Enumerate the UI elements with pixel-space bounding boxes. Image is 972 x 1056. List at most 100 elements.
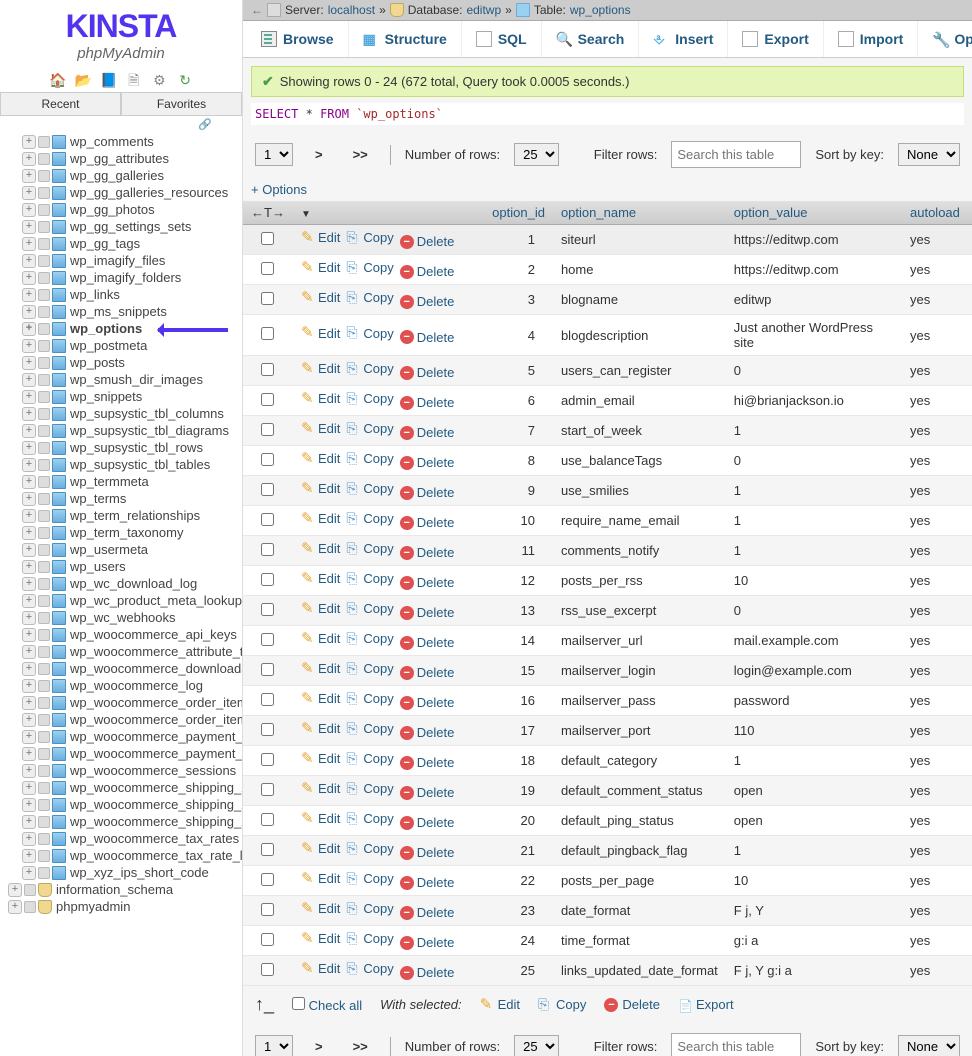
tab-browse[interactable]: Browse: [247, 21, 349, 57]
edit-link[interactable]: Edit: [301, 260, 340, 275]
row-checkbox[interactable]: [261, 903, 274, 916]
delete-link[interactable]: Delete: [400, 605, 455, 620]
expand-icon[interactable]: +: [22, 203, 36, 217]
tree-table-wp_postmeta[interactable]: +wp_postmeta: [4, 337, 238, 354]
tree-table-wp_woocommerce_payment_tokenmeta[interactable]: +wp_woocommerce_payment_tokenmeta: [4, 728, 238, 745]
copy-link[interactable]: Copy: [346, 631, 393, 646]
tree-table-wp_termmeta[interactable]: +wp_termmeta: [4, 473, 238, 490]
row-checkbox[interactable]: [261, 423, 274, 436]
expand-icon[interactable]: +: [22, 543, 36, 557]
bc-server[interactable]: localhost: [328, 3, 375, 17]
edit-link[interactable]: Edit: [301, 601, 340, 616]
mini-icon[interactable]: [38, 595, 50, 607]
expand-icon[interactable]: +: [22, 458, 36, 472]
mini-icon[interactable]: [38, 136, 50, 148]
tree-table-wp_woocommerce_shipping_zone_locations[interactable]: +wp_woocommerce_shipping_zone_locations: [4, 779, 238, 796]
edit-link[interactable]: Edit: [301, 290, 340, 305]
mini-icon[interactable]: [38, 408, 50, 420]
mini-icon[interactable]: [38, 493, 50, 505]
home-icon[interactable]: 🏠: [49, 72, 65, 88]
tree-table-wp_snippets[interactable]: +wp_snippets: [4, 388, 238, 405]
rows-select[interactable]: 25: [514, 143, 559, 166]
copy-link[interactable]: Copy: [346, 811, 393, 826]
expand-icon[interactable]: +: [22, 628, 36, 642]
mini-icon[interactable]: [38, 187, 50, 199]
mini-icon[interactable]: [38, 544, 50, 556]
next-page-bottom[interactable]: >: [307, 1037, 331, 1056]
delete-link[interactable]: Delete: [400, 785, 455, 800]
mini-icon[interactable]: [38, 170, 50, 182]
last-page-bottom[interactable]: >>: [345, 1037, 376, 1056]
sort-select[interactable]: None: [898, 143, 960, 166]
delete-link[interactable]: Delete: [400, 294, 455, 309]
col-option-value[interactable]: option_value: [726, 201, 902, 225]
copy-link[interactable]: Copy: [346, 391, 393, 406]
mini-icon[interactable]: [38, 680, 50, 692]
tab-favorites[interactable]: Favorites: [121, 92, 242, 115]
tree-table-wp_ms_snippets[interactable]: +wp_ms_snippets: [4, 303, 238, 320]
mini-icon[interactable]: [38, 238, 50, 250]
tab-import[interactable]: Import: [824, 21, 919, 57]
col-autoload[interactable]: autoload: [902, 201, 972, 225]
tab-structure[interactable]: ▦Structure: [349, 21, 462, 57]
bulk-copy[interactable]: Copy: [538, 997, 586, 1012]
page-select-bottom[interactable]: 1: [255, 1035, 293, 1056]
delete-link[interactable]: Delete: [400, 905, 455, 920]
edit-link[interactable]: Edit: [301, 421, 340, 436]
mini-icon[interactable]: [38, 765, 50, 777]
delete-link[interactable]: Delete: [400, 845, 455, 860]
edit-link[interactable]: Edit: [301, 230, 340, 245]
expand-icon[interactable]: +: [22, 509, 36, 523]
tree-table-wp_gg_photos[interactable]: +wp_gg_photos: [4, 201, 238, 218]
reload-icon[interactable]: ↻: [177, 72, 193, 88]
mini-icon[interactable]: [38, 289, 50, 301]
mini-icon[interactable]: [38, 850, 50, 862]
tree-table-wp_imagify_folders[interactable]: +wp_imagify_folders: [4, 269, 238, 286]
bc-db[interactable]: editwp: [466, 3, 501, 17]
tree-table-wp_users[interactable]: +wp_users: [4, 558, 238, 575]
mini-icon[interactable]: [38, 340, 50, 352]
copy-link[interactable]: Copy: [346, 691, 393, 706]
row-checkbox[interactable]: [261, 723, 274, 736]
copy-link[interactable]: Copy: [346, 901, 393, 916]
tree-table-wp_gg_settings_sets[interactable]: +wp_gg_settings_sets: [4, 218, 238, 235]
mini-icon[interactable]: [38, 561, 50, 573]
copy-link[interactable]: Copy: [346, 871, 393, 886]
expand-icon[interactable]: +: [22, 747, 36, 761]
row-checkbox[interactable]: [261, 393, 274, 406]
tree-table-wp_gg_galleries_resources[interactable]: +wp_gg_galleries_resources: [4, 184, 238, 201]
expand-icon[interactable]: +: [22, 288, 36, 302]
edit-link[interactable]: Edit: [301, 541, 340, 556]
options-link[interactable]: + Options: [243, 178, 972, 201]
row-checkbox[interactable]: [261, 783, 274, 796]
tree-table-wp_gg_galleries[interactable]: +wp_gg_galleries: [4, 167, 238, 184]
copy-link[interactable]: Copy: [346, 511, 393, 526]
edit-link[interactable]: Edit: [301, 511, 340, 526]
tree-table-wp_woocommerce_downloadable_product_permissions[interactable]: +wp_woocommerce_downloadable_product_per…: [4, 660, 238, 677]
tab-sql[interactable]: SQL: [462, 21, 542, 57]
expand-icon[interactable]: +: [22, 390, 36, 404]
edit-link[interactable]: Edit: [301, 751, 340, 766]
mini-icon[interactable]: [38, 867, 50, 879]
expand-icon[interactable]: +: [22, 866, 36, 880]
expand-icon[interactable]: +: [22, 373, 36, 387]
expand-icon[interactable]: +: [22, 798, 36, 812]
delete-link[interactable]: Delete: [400, 875, 455, 890]
delete-link[interactable]: Delete: [400, 815, 455, 830]
delete-link[interactable]: Delete: [400, 425, 455, 440]
delete-link[interactable]: Delete: [400, 234, 455, 249]
row-checkbox[interactable]: [261, 453, 274, 466]
mini-icon[interactable]: [24, 901, 36, 913]
mini-icon[interactable]: [38, 782, 50, 794]
mini-icon[interactable]: [38, 646, 50, 658]
delete-link[interactable]: Delete: [400, 635, 455, 650]
expand-icon[interactable]: +: [22, 271, 36, 285]
row-checkbox[interactable]: [261, 543, 274, 556]
copy-link[interactable]: Copy: [346, 661, 393, 676]
row-checkbox[interactable]: [261, 232, 274, 245]
expand-icon[interactable]: +: [22, 526, 36, 540]
mini-icon[interactable]: [38, 204, 50, 216]
tree-db-phpmyadmin[interactable]: +phpmyadmin: [4, 898, 238, 915]
expand-icon[interactable]: +: [22, 356, 36, 370]
mini-icon[interactable]: [38, 425, 50, 437]
